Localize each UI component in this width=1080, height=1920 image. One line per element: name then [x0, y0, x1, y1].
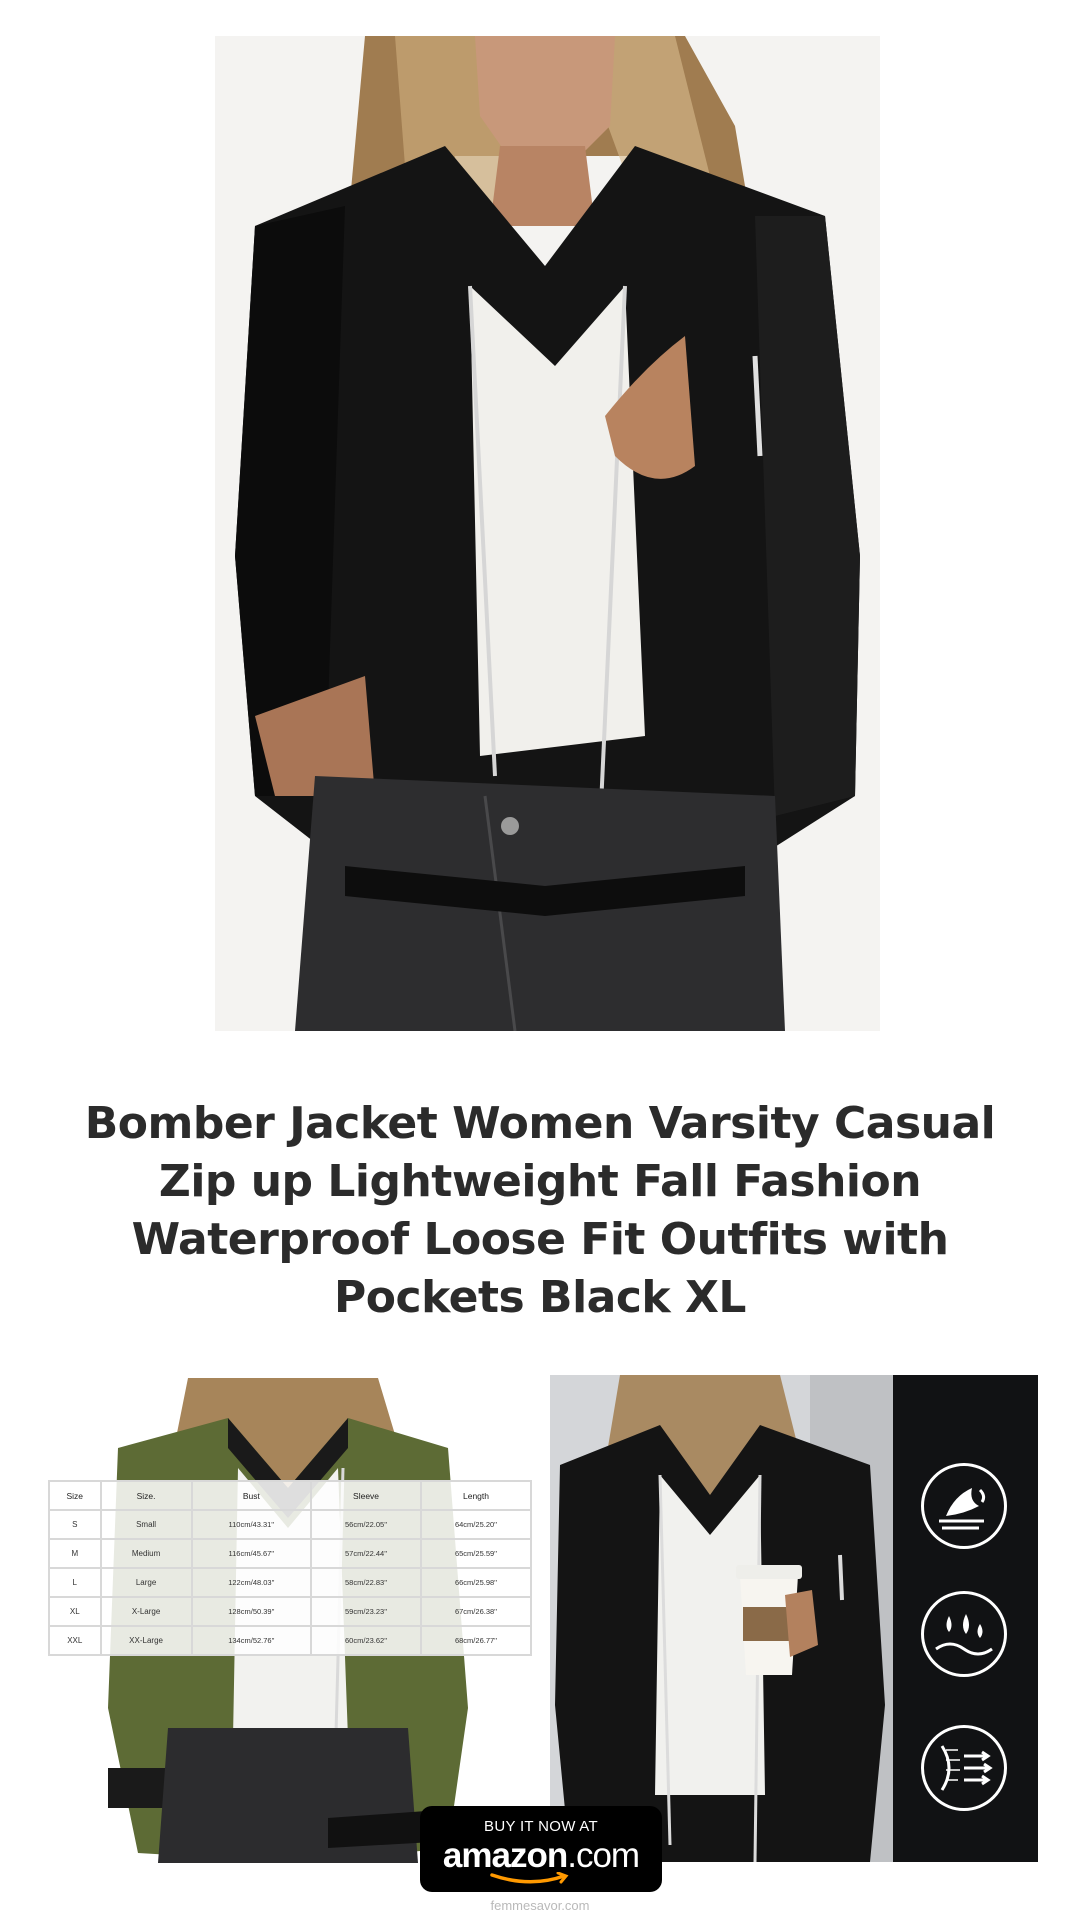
windproof-icon: [921, 1463, 1007, 1549]
table-row: M Medium 116cm/45.67'' 57cm/22.44'' 65cm…: [48, 1538, 532, 1569]
size-name: Large: [99, 1567, 193, 1598]
breathable-icon: [921, 1725, 1007, 1811]
size-code: L: [48, 1567, 102, 1598]
jacket-photo: [215, 36, 880, 1031]
bust-value: 110cm/43.31'': [190, 1509, 313, 1540]
header-sleeve: Sleeve: [310, 1480, 423, 1511]
product-title: Bomber Jacket Women Varsity Casual Zip u…: [84, 1098, 996, 1323]
table-row: XXL XX-Large 134cm/52.76'' 60cm/23.62'' …: [48, 1625, 532, 1656]
amazon-smile-icon: [490, 1872, 569, 1884]
header-length: Length: [420, 1480, 532, 1511]
table-row: S Small 110cm/43.31'' 56cm/22.05'' 64cm/…: [48, 1509, 532, 1540]
header-size-name: Size.: [99, 1480, 193, 1511]
length-value: 64cm/25.20'': [420, 1509, 532, 1540]
table-row: XL X-Large 128cm/50.39'' 59cm/23.23'' 67…: [48, 1596, 532, 1627]
header-size: Size: [48, 1480, 102, 1511]
amazon-logo: amazon.com: [420, 1836, 662, 1876]
size-name: Small: [99, 1509, 193, 1540]
length-value: 65cm/25.59'': [420, 1538, 532, 1569]
sleeve-value: 60cm/23.62'': [310, 1625, 423, 1656]
size-code: XL: [48, 1596, 102, 1627]
bust-value: 128cm/50.39'': [190, 1596, 313, 1627]
size-name: XX-Large: [99, 1625, 193, 1656]
size-code: M: [48, 1538, 102, 1569]
bust-value: 116cm/45.67'': [190, 1538, 313, 1569]
waterproof-icon: [921, 1591, 1007, 1677]
size-chart-header-row: Size Size. Bust Sleeve Length: [48, 1480, 532, 1511]
bust-value: 134cm/52.76'': [190, 1625, 313, 1656]
size-chart-table: Size Size. Bust Sleeve Length S Small 11…: [48, 1480, 532, 1656]
size-code: XXL: [48, 1625, 102, 1656]
length-value: 68cm/26.77'': [420, 1625, 532, 1656]
sleeve-value: 59cm/23.23'': [310, 1596, 423, 1627]
length-value: 66cm/25.98'': [420, 1567, 532, 1598]
size-code: S: [48, 1509, 102, 1540]
size-name: Medium: [99, 1538, 193, 1569]
amazon-wordmark: amazon: [442, 1836, 568, 1875]
feature-panel: [893, 1375, 1038, 1862]
sleeve-value: 58cm/22.83'': [310, 1567, 423, 1598]
size-chart-image[interactable]: Size Size. Bust Sleeve Length S Small 11…: [48, 1378, 533, 1863]
hero-product-image[interactable]: [215, 36, 880, 1031]
table-row: L Large 122cm/48.03'' 58cm/22.83'' 66cm/…: [48, 1567, 532, 1598]
buy-it-now-label: BUY IT NOW AT: [484, 1818, 598, 1835]
header-bust: Bust: [190, 1480, 313, 1511]
buy-on-amazon-button[interactable]: BUY IT NOW AT amazon.com: [420, 1806, 662, 1892]
size-name: X-Large: [99, 1596, 193, 1627]
bust-value: 122cm/48.03'': [190, 1567, 313, 1598]
feature-image[interactable]: [550, 1375, 1038, 1862]
product-pin-page: Bomber Jacket Women Varsity Casual Zip u…: [0, 0, 1080, 1920]
amazon-tld: .com: [567, 1836, 640, 1875]
site-footer: femmesavor.com: [490, 1898, 590, 1913]
sleeve-value: 57cm/22.44'': [310, 1538, 423, 1569]
length-value: 67cm/26.38'': [420, 1596, 532, 1627]
sleeve-value: 56cm/22.05'': [310, 1509, 423, 1540]
